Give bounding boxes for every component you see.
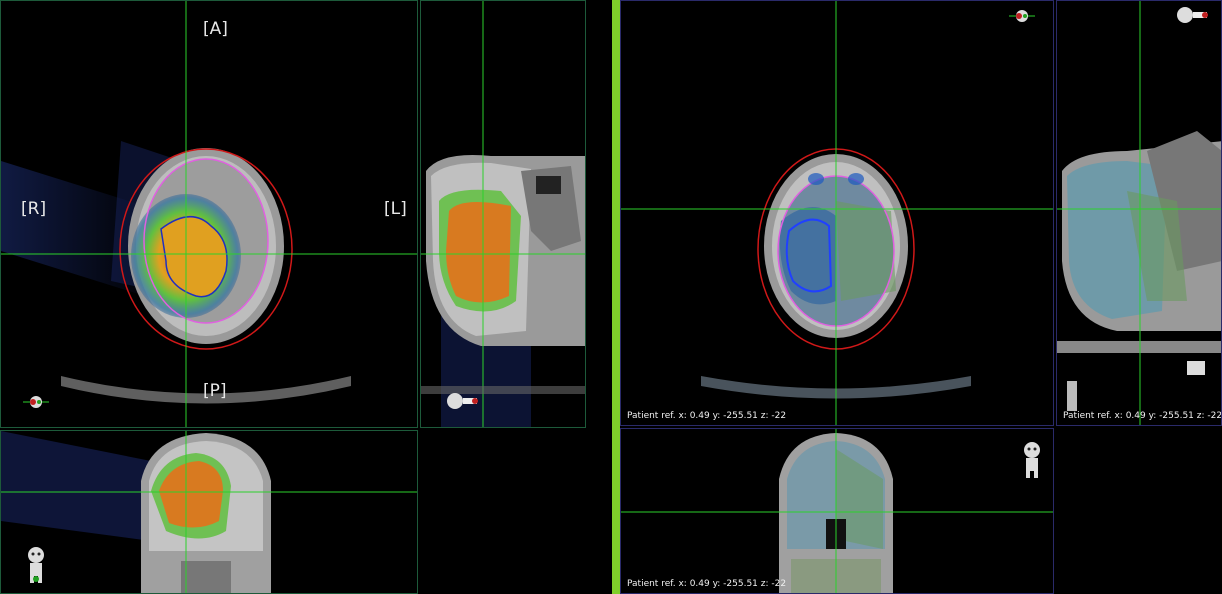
right-label: [R] (21, 199, 47, 219)
left-axial-image (1, 1, 417, 427)
anterior-label: [A] (203, 19, 228, 39)
posterior-label: [P] (203, 381, 227, 401)
right-sagittal-viewport[interactable]: Patient ref. x: 0.49 y: -255.51 z: -22 (1056, 0, 1222, 426)
right-sagittal-image (1057, 1, 1221, 425)
right-coronal-viewport[interactable]: Patient ref. x: 0.49 y: -255.51 z: -22 (620, 428, 1054, 594)
left-label: [L] (384, 199, 407, 219)
left-coronal-image (1, 431, 417, 593)
left-axial-viewport[interactable]: [A] [P] [R] [L] (0, 0, 418, 428)
left-sagittal-viewport[interactable] (420, 0, 586, 428)
right-coronal-image (621, 429, 1053, 593)
axial-position-readout: Patient ref. x: 0.49 y: -255.51 z: -22 (627, 411, 787, 421)
left-coronal-viewport[interactable] (0, 430, 418, 594)
right-axial-viewport[interactable]: Patient ref. x: 0.49 y: -255.51 z: -22 (620, 0, 1054, 426)
panel-divider[interactable] (612, 0, 620, 594)
sagittal-position-readout: Patient ref. x: 0.49 y: -255.51 z: -22 (1063, 411, 1222, 421)
right-axial-image (621, 1, 1053, 425)
left-sagittal-image (421, 1, 585, 427)
coronal-position-readout: Patient ref. x: 0.49 y: -255.51 z: -22 (627, 579, 787, 589)
